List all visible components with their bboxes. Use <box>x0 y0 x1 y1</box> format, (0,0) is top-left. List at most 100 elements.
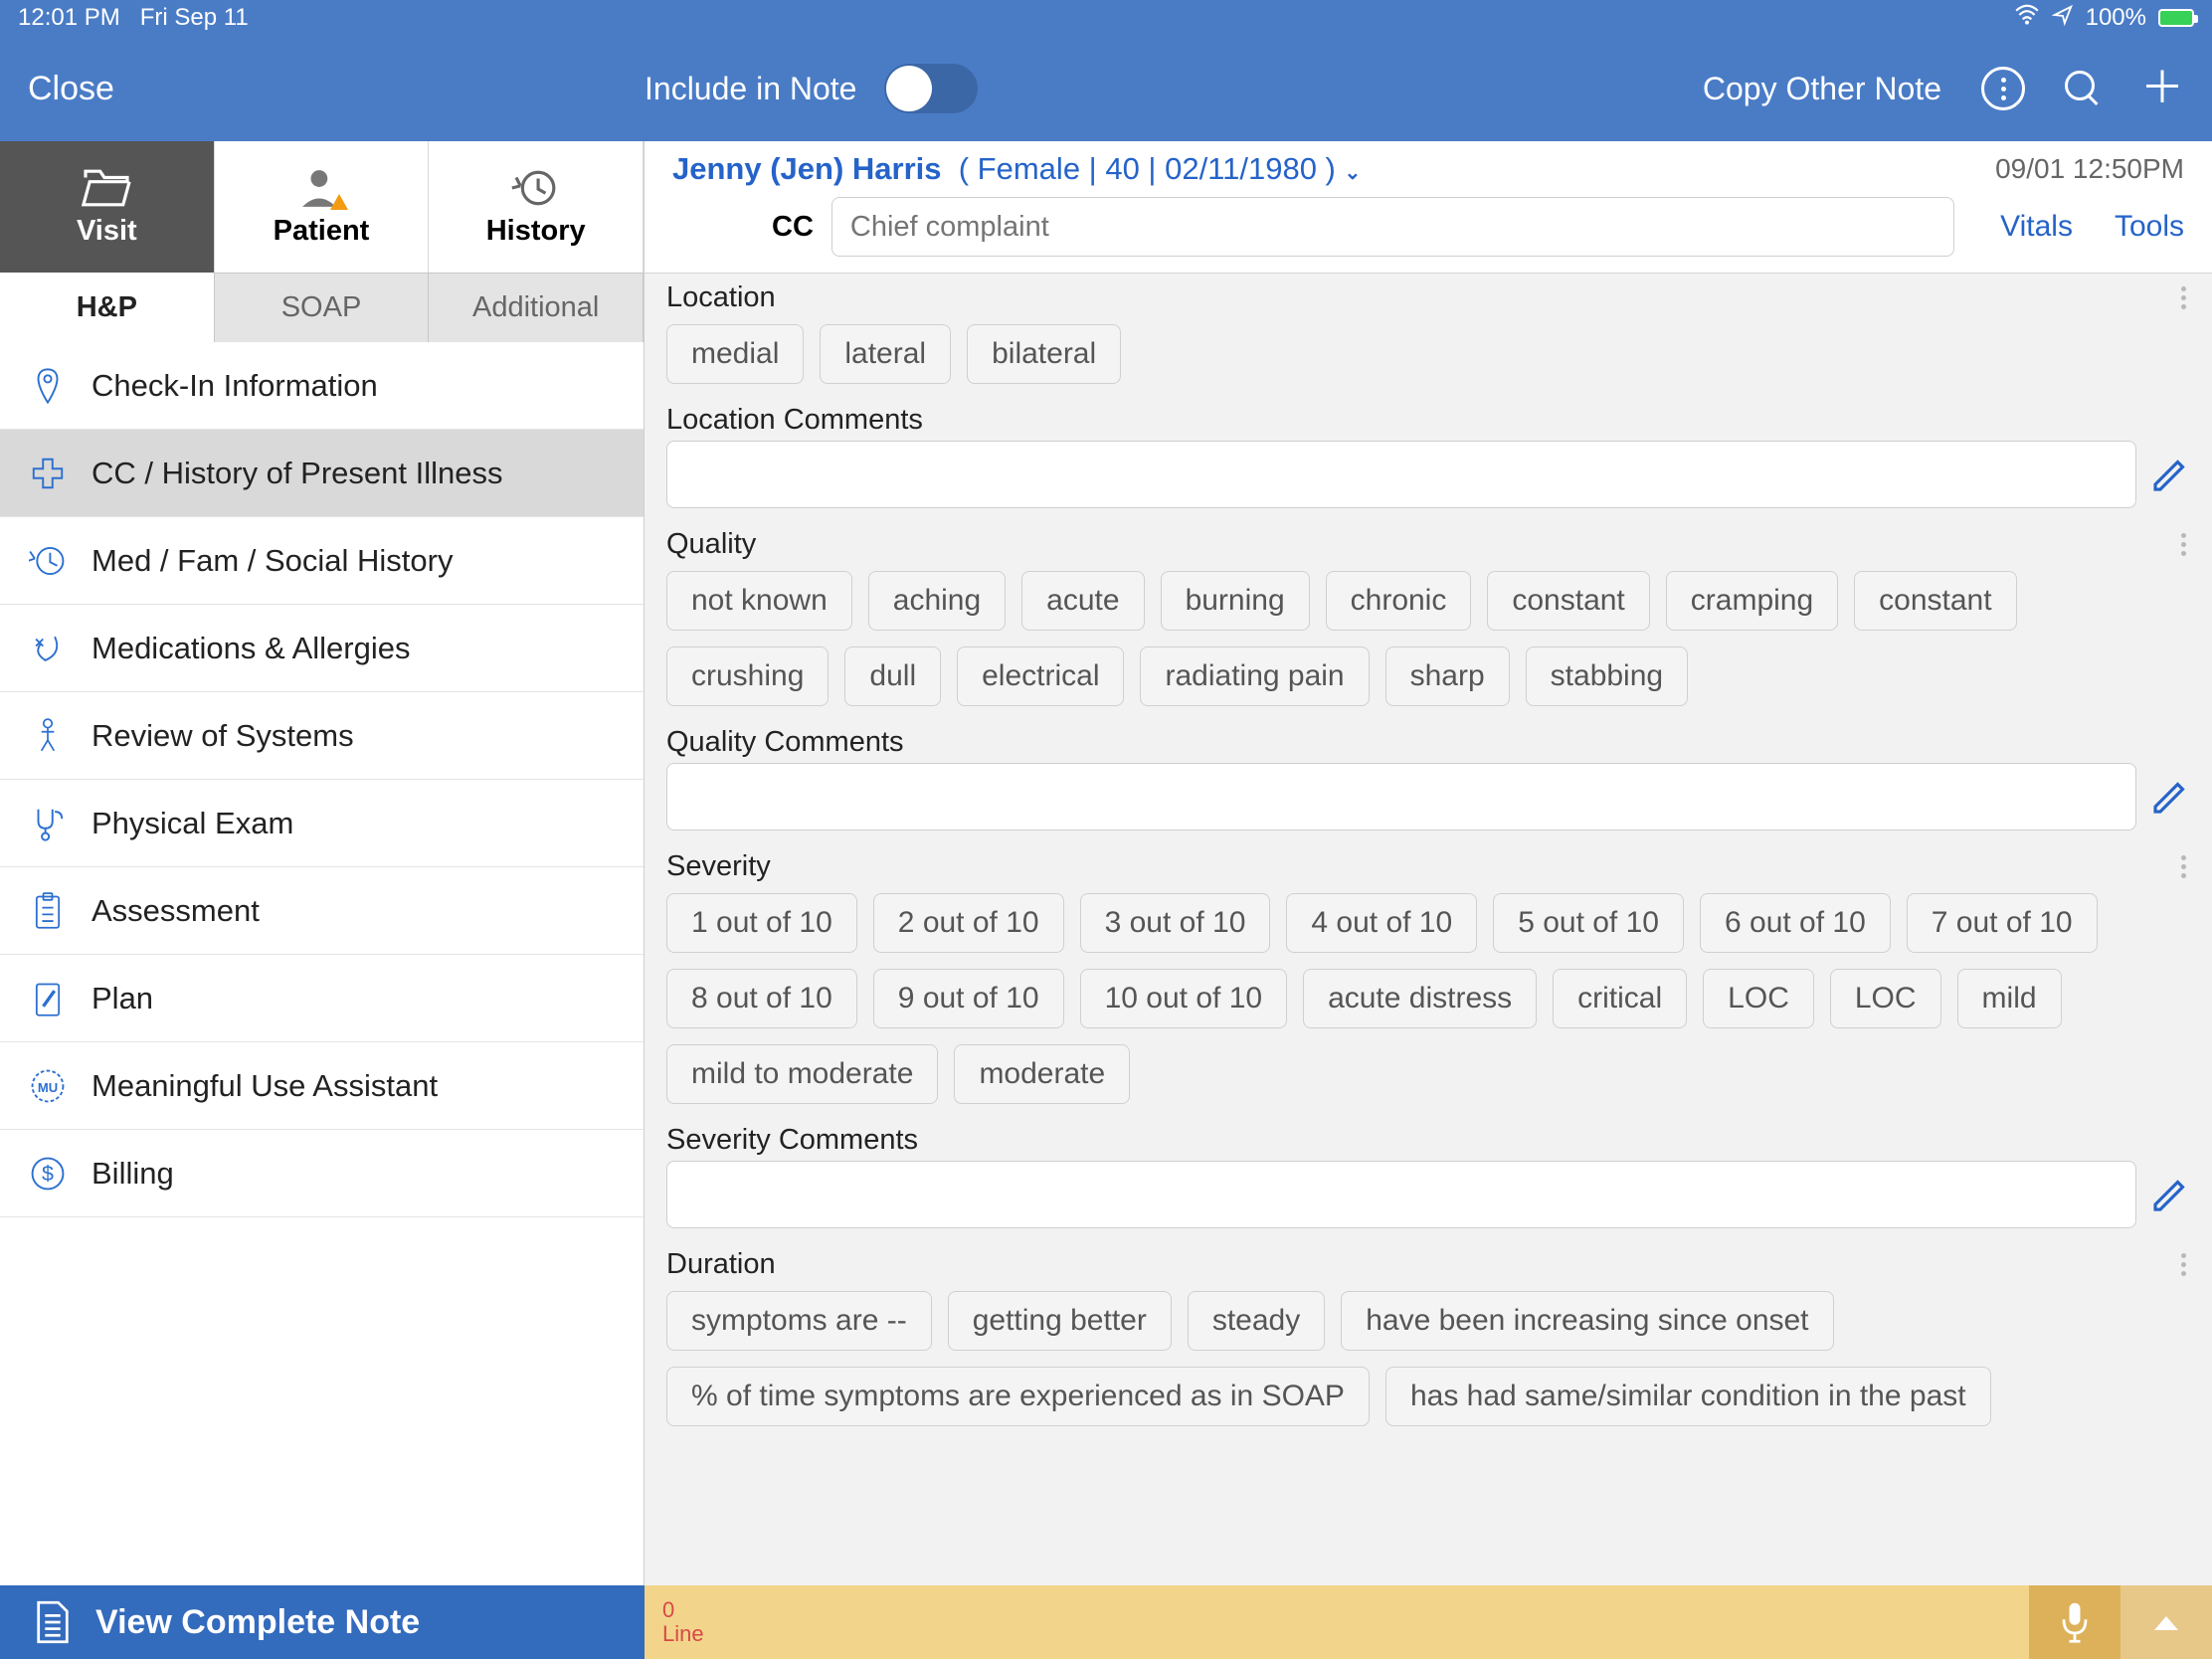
nav-item-icon <box>28 979 68 1018</box>
more-options-icon[interactable] <box>1981 67 2025 110</box>
nav-item-label: Billing <box>92 1156 174 1192</box>
chip[interactable]: steady <box>1188 1291 1325 1351</box>
comments-title: Location Comments <box>645 398 2212 441</box>
sidebar-item[interactable]: $Billing <box>0 1130 644 1217</box>
expand-up-button[interactable] <box>2120 1585 2212 1659</box>
chip[interactable]: 4 out of 10 <box>1286 893 1477 953</box>
sidebar-item[interactable]: Review of Systems <box>0 692 644 780</box>
main-panel: Jenny (Jen) Harris ( Female | 40 | 02/11… <box>645 141 2212 1585</box>
tab-history[interactable]: History <box>429 141 644 273</box>
view-complete-note-button[interactable]: View Complete Note <box>0 1585 645 1659</box>
comment-input[interactable] <box>666 1161 2136 1228</box>
chip[interactable]: 1 out of 10 <box>666 893 857 953</box>
chevron-up-icon <box>2150 1610 2182 1634</box>
edit-icon[interactable] <box>2150 777 2190 817</box>
sidebar-item[interactable]: Physical Exam <box>0 780 644 867</box>
chip[interactable]: LOC <box>1830 969 1941 1028</box>
status-time: 12:01 PM <box>18 4 120 32</box>
section-menu-icon[interactable] <box>2181 1253 2190 1276</box>
battery-percent: 100% <box>2086 4 2146 32</box>
chip[interactable]: have been increasing since onset <box>1341 1291 1833 1351</box>
line-count: 0 <box>662 1598 704 1622</box>
chip[interactable]: 3 out of 10 <box>1080 893 1271 953</box>
chip[interactable]: electrical <box>957 646 1124 706</box>
chip[interactable]: dull <box>844 646 941 706</box>
sidebar-item[interactable]: Med / Fam / Social History <box>0 517 644 605</box>
chip[interactable]: chronic <box>1326 571 1472 631</box>
patient-name[interactable]: Jenny (Jen) Harris ( Female | 40 | 02/11… <box>672 151 1361 186</box>
chip[interactable]: radiating pain <box>1140 646 1369 706</box>
chip[interactable]: has had same/similar condition in the pa… <box>1385 1367 1991 1426</box>
tab-patient[interactable]: Patient <box>215 141 430 273</box>
add-icon[interactable]: ＋ <box>2140 67 2184 110</box>
battery-icon <box>2158 9 2194 27</box>
section-menu-icon[interactable] <box>2181 286 2190 309</box>
chip[interactable]: 5 out of 10 <box>1493 893 1684 953</box>
chip[interactable]: mild <box>1957 969 2062 1028</box>
subtab-additional[interactable]: Additional <box>429 273 644 342</box>
chip[interactable]: symptoms are -- <box>666 1291 932 1351</box>
chip[interactable]: 6 out of 10 <box>1700 893 1891 953</box>
person-alert-icon <box>295 167 347 209</box>
nav-item-icon: MU <box>28 1066 68 1106</box>
tab-visit[interactable]: Visit <box>0 141 215 273</box>
section-menu-icon[interactable] <box>2181 855 2190 878</box>
chip[interactable]: acute <box>1021 571 1144 631</box>
subtab-hp[interactable]: H&P <box>0 273 215 342</box>
chip[interactable]: 7 out of 10 <box>1907 893 2098 953</box>
status-bar: 12:01 PM Fri Sep 11 100% <box>0 0 2212 36</box>
chip[interactable]: 8 out of 10 <box>666 969 857 1028</box>
vitals-link[interactable]: Vitals <box>2000 210 2073 244</box>
chip[interactable]: 10 out of 10 <box>1080 969 1287 1028</box>
sidebar-item[interactable]: CC / History of Present Illness <box>0 430 644 517</box>
edit-icon[interactable] <box>2150 455 2190 494</box>
comment-input[interactable] <box>666 441 2136 508</box>
chip[interactable]: acute distress <box>1303 969 1537 1028</box>
edit-icon[interactable] <box>2150 1175 2190 1214</box>
sidebar-item[interactable]: Check-In Information <box>0 342 644 430</box>
chip[interactable]: aching <box>868 571 1006 631</box>
chip[interactable]: stabbing <box>1526 646 1688 706</box>
sidebar-item[interactable]: Medications & Allergies <box>0 605 644 692</box>
chip[interactable]: not known <box>666 571 852 631</box>
chevron-down-icon[interactable]: ⌄ <box>1345 162 1362 184</box>
chip[interactable]: cramping <box>1666 571 1838 631</box>
subtab-soap[interactable]: SOAP <box>215 273 430 342</box>
sidebar-item[interactable]: Plan <box>0 955 644 1042</box>
chip[interactable]: constant <box>1854 571 2016 631</box>
chip[interactable]: constant <box>1487 571 1649 631</box>
chip[interactable]: 9 out of 10 <box>873 969 1064 1028</box>
nav-item-icon <box>28 629 68 668</box>
tools-link[interactable]: Tools <box>2115 210 2184 244</box>
close-button[interactable]: Close <box>28 70 645 108</box>
chip[interactable]: medial <box>666 324 804 384</box>
patient-meta: ( Female | 40 | 02/11/1980 ) <box>950 151 1336 186</box>
sections-area[interactable]: LocationmediallateralbilateralLocation C… <box>645 274 2212 1585</box>
nav-item-label: Plan <box>92 981 153 1016</box>
search-icon[interactable] <box>2065 71 2101 106</box>
microphone-button[interactable] <box>2029 1585 2120 1659</box>
copy-other-note-button[interactable]: Copy Other Note <box>1703 71 1941 107</box>
chip[interactable]: moderate <box>954 1044 1130 1104</box>
sidebar-item[interactable]: MU Meaningful Use Assistant <box>0 1042 644 1130</box>
chip[interactable]: mild to moderate <box>666 1044 938 1104</box>
chip[interactable]: lateral <box>820 324 951 384</box>
nav-item-label: Physical Exam <box>92 806 293 841</box>
chip[interactable]: critical <box>1553 969 1687 1028</box>
chief-complaint-input[interactable] <box>831 197 1954 257</box>
chip[interactable]: % of time symptoms are experienced as in… <box>666 1367 1370 1426</box>
chip[interactable]: getting better <box>948 1291 1172 1351</box>
section-menu-icon[interactable] <box>2181 533 2190 556</box>
chip[interactable]: 2 out of 10 <box>873 893 1064 953</box>
chip[interactable]: sharp <box>1385 646 1510 706</box>
sidebar-item[interactable]: Assessment <box>0 867 644 955</box>
include-in-note-toggle[interactable] <box>884 64 978 113</box>
chip[interactable]: burning <box>1161 571 1310 631</box>
nav-item-label: Meaningful Use Assistant <box>92 1068 438 1104</box>
comment-input[interactable] <box>666 763 2136 830</box>
chip[interactable]: bilateral <box>967 324 1121 384</box>
nav-item-label: CC / History of Present Illness <box>92 456 502 491</box>
comments-title: Severity Comments <box>645 1118 2212 1161</box>
chip[interactable]: crushing <box>666 646 829 706</box>
chip[interactable]: LOC <box>1703 969 1814 1028</box>
